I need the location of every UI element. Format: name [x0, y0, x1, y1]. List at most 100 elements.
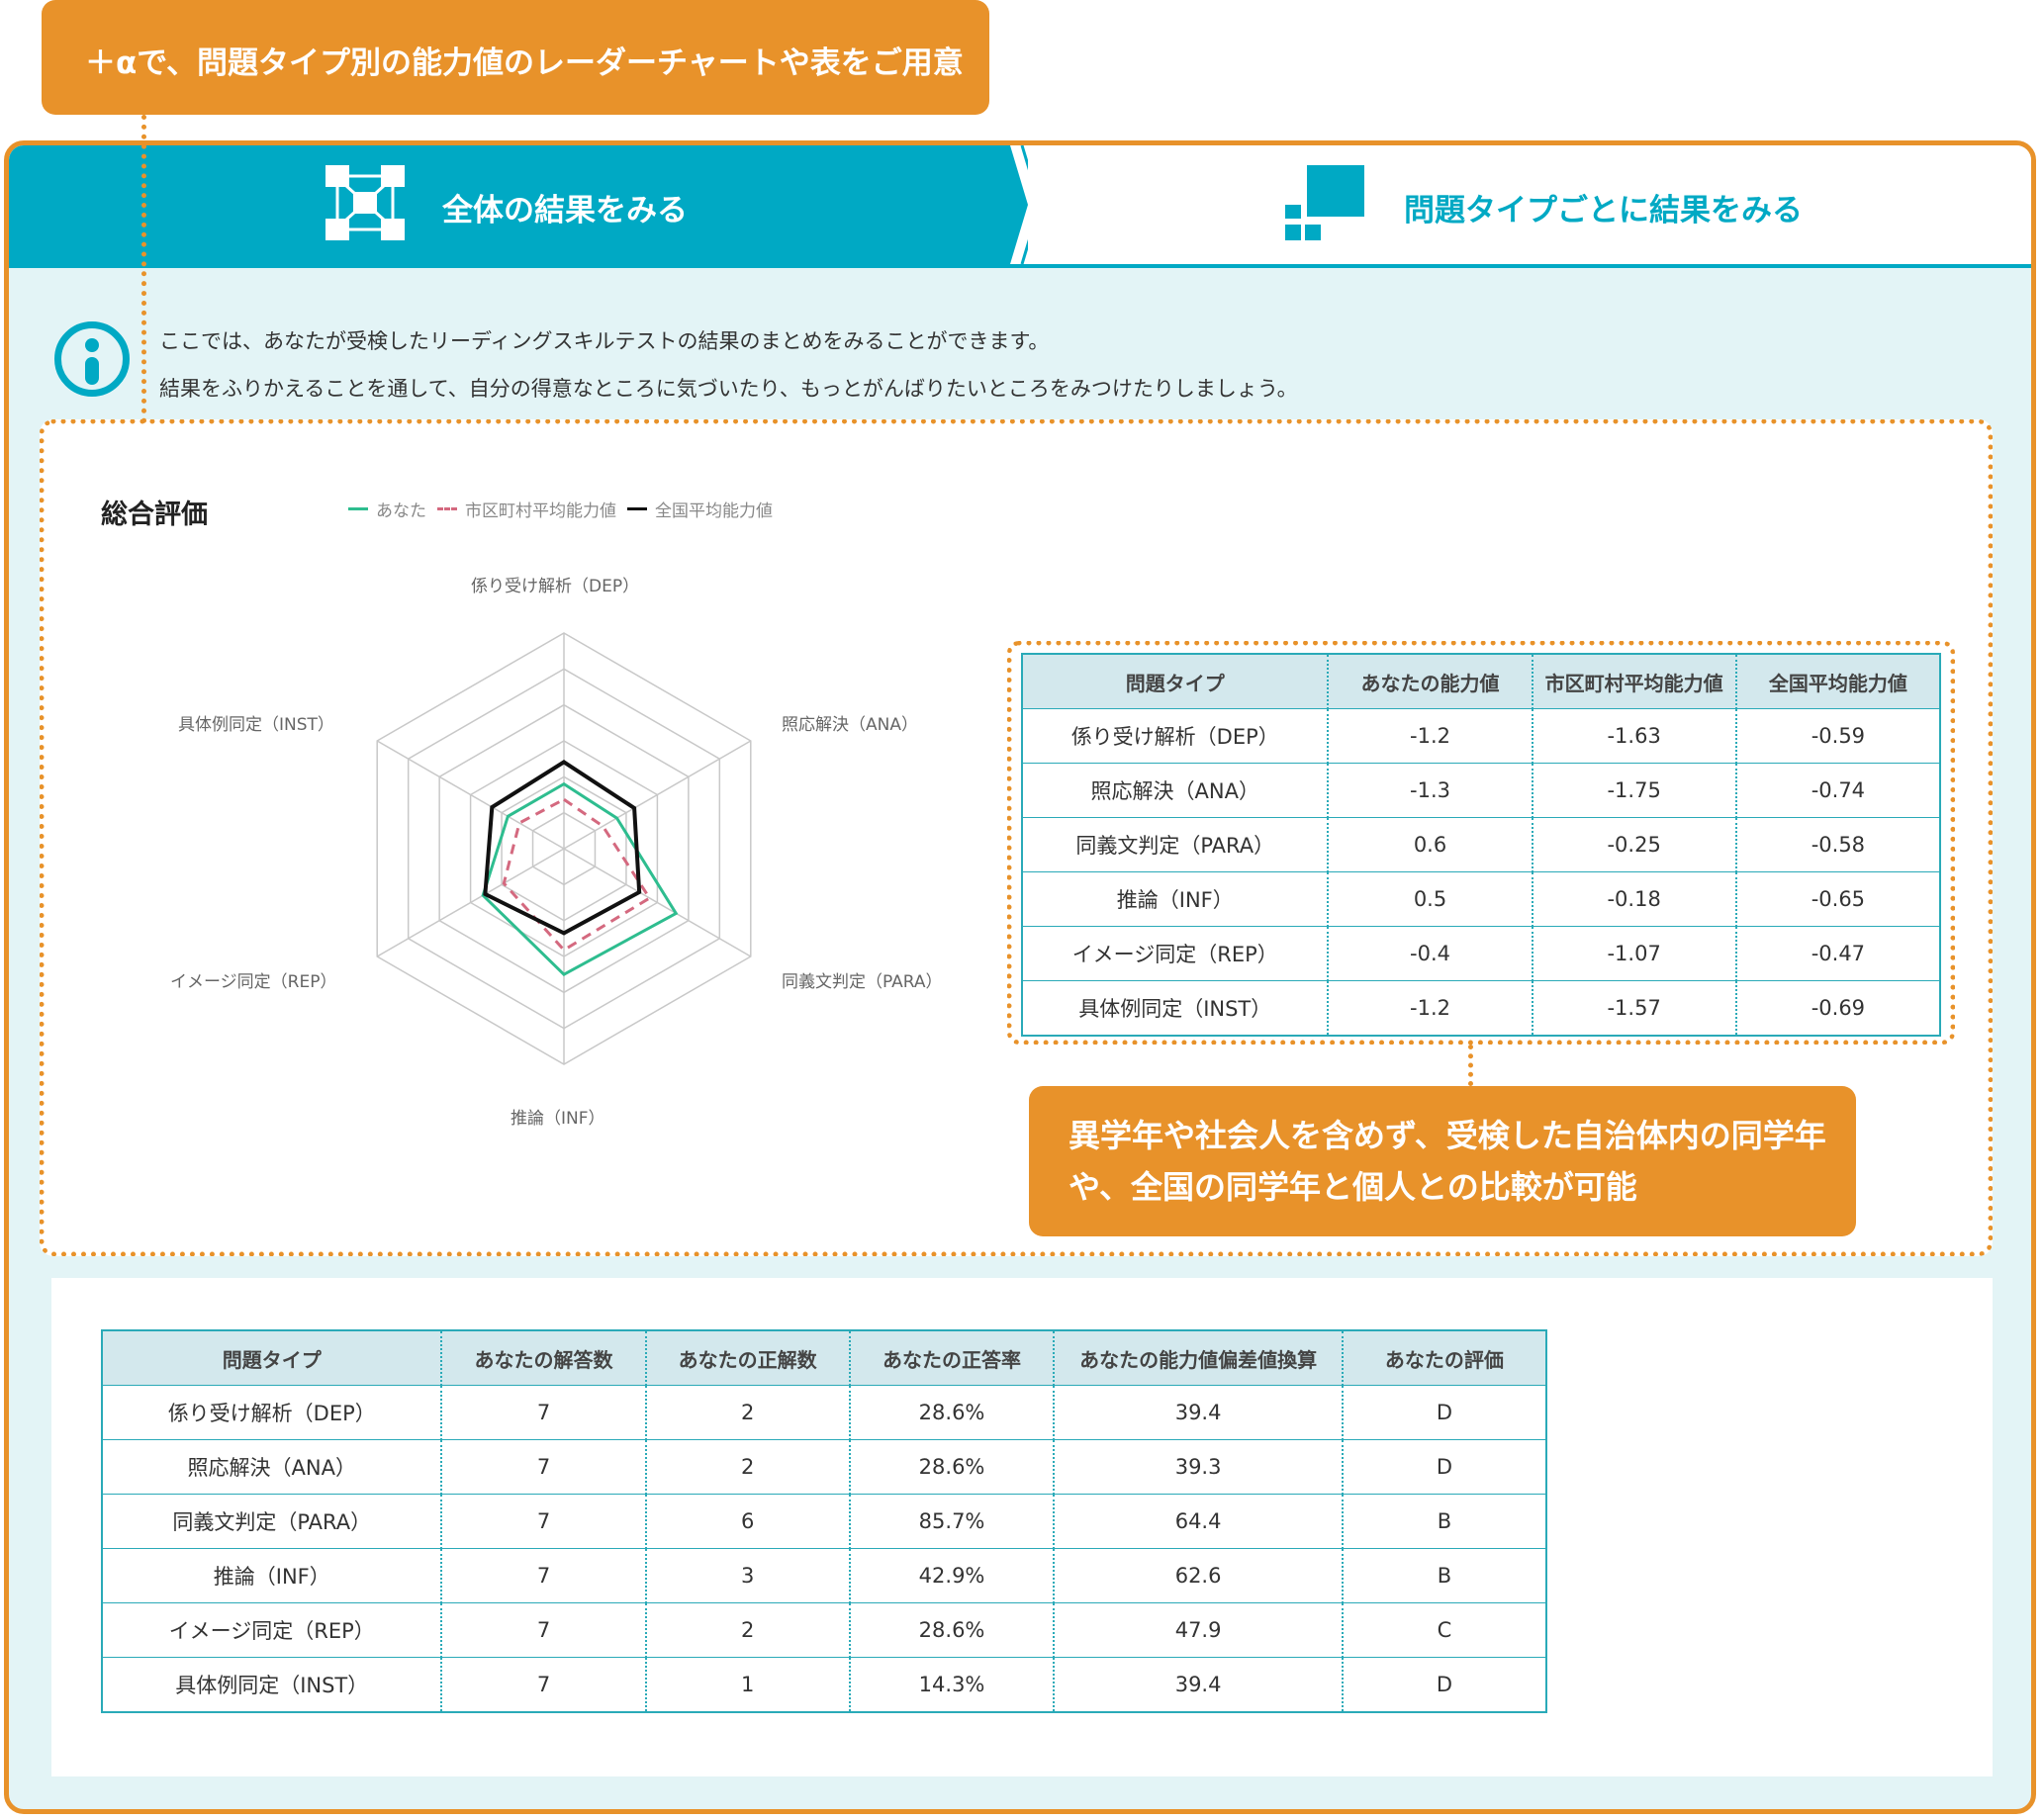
table-cell: -0.18 — [1531, 871, 1736, 927]
radar-axis-label-5: 具体例同定（INST） — [178, 715, 334, 735]
table-cell: -1.07 — [1531, 926, 1736, 981]
table-cell: 同義文判定（PARA） — [102, 1494, 442, 1549]
radar-axis-label-4: イメージ同定（REP） — [170, 972, 337, 992]
legend-municipal: 市区町村平均能力値 — [437, 497, 616, 521]
table-cell: 照応解決（ANA） — [1022, 763, 1329, 818]
table-cell: 47.9 — [1053, 1602, 1343, 1658]
table-cell: 同義文判定（PARA） — [1022, 817, 1329, 872]
table-row: 具体例同定（INST） 7 1 14.3% 39.4 D — [102, 1657, 1546, 1713]
table-row: 同義文判定（PARA） 7 6 85.7% 64.4 B — [102, 1494, 1546, 1549]
table-cell: 14.3% — [848, 1657, 1055, 1713]
table-cell: 具体例同定（INST） — [1022, 980, 1329, 1037]
table-cell: 39.4 — [1053, 1385, 1343, 1440]
callout-bottom-line-2: や、全国の同学年と個人との比較が可能 — [1068, 1168, 1637, 1206]
table-cell: イメージ同定（REP） — [1022, 926, 1329, 981]
table-cell: D — [1341, 1657, 1546, 1713]
result-table-header: あなたの評価 — [1341, 1330, 1546, 1386]
radar-chart — [376, 632, 752, 1065]
table-row: 推論（INF） 0.5 -0.18 -0.65 — [1022, 871, 1940, 927]
table-cell: B — [1341, 1548, 1546, 1603]
table-cell: C — [1341, 1602, 1546, 1658]
table-cell: 7 — [440, 1439, 646, 1495]
tab-bar: 全体の結果をみる 問題タイプごとに結果をみる — [9, 145, 2031, 268]
table-cell: 0.5 — [1327, 871, 1533, 927]
table-cell: -1.57 — [1531, 980, 1736, 1037]
intro-line-2: 結果をふりかえることを通して、自分の得意なところに気づいたり、もっとがんばりたい… — [159, 377, 1298, 401]
table-row: イメージ同定（REP） -0.4 -1.07 -0.47 — [1022, 926, 1940, 981]
result-table-header: あなたの解答数 — [440, 1330, 646, 1386]
table-cell: -1.2 — [1327, 708, 1533, 764]
table-cell: -0.58 — [1734, 817, 1940, 872]
table-cell: 推論（INF） — [1022, 871, 1329, 927]
radar-axis-label-2: 同義文判定（PARA） — [782, 972, 943, 992]
table-cell: 1 — [644, 1657, 850, 1713]
callout-connector-top — [141, 115, 146, 423]
callout-bottom-line-1: 異学年や社会人を含めず、受検した自治体内の同学年 — [1068, 1117, 1826, 1154]
table-cell: 2 — [644, 1602, 850, 1658]
table-row: 具体例同定（INST） -1.2 -1.57 -0.69 — [1022, 980, 1940, 1037]
table-cell: -0.69 — [1734, 980, 1940, 1037]
table-cell: 7 — [440, 1494, 646, 1549]
table-row: 照応解決（ANA） 7 2 28.6% 39.3 D — [102, 1439, 1546, 1495]
result-table-header: あなたの正答率 — [848, 1330, 1055, 1386]
table-cell: 28.6% — [848, 1439, 1055, 1495]
table-row: 同義文判定（PARA） 0.6 -0.25 -0.58 — [1022, 817, 1940, 872]
table-cell: -0.47 — [1734, 926, 1940, 981]
table-cell: 39.4 — [1053, 1657, 1343, 1713]
legend-you: あなた — [348, 497, 426, 521]
radar-axis-label-1: 照応解決（ANA） — [782, 715, 918, 735]
table-cell: -0.65 — [1734, 871, 1940, 927]
table-row: 推論（INF） 7 3 42.9% 62.6 B — [102, 1548, 1546, 1603]
result-table-header: あなたの能力値偏差値換算 — [1053, 1330, 1343, 1386]
table-cell: -0.59 — [1734, 708, 1940, 764]
table-row: 係り受け解析（DEP） -1.2 -1.63 -0.59 — [1022, 708, 1940, 764]
table-cell: 28.6% — [848, 1602, 1055, 1658]
table-cell: -1.75 — [1531, 763, 1736, 818]
table-cell: 39.3 — [1053, 1439, 1343, 1495]
tab-by-type-label[interactable]: 問題タイプごとに結果をみる — [1404, 185, 1803, 229]
table-cell: -0.25 — [1531, 817, 1736, 872]
table-cell: 28.6% — [848, 1385, 1055, 1440]
summary-title: 総合評価 — [101, 500, 208, 530]
table-cell: 62.6 — [1053, 1548, 1343, 1603]
table-row: イメージ同定（REP） 7 2 28.6% 47.9 C — [102, 1602, 1546, 1658]
table-cell: 7 — [440, 1548, 646, 1603]
result-table-header: あなたの正解数 — [644, 1330, 850, 1386]
tab-overall-label[interactable]: 全体の結果をみる — [442, 185, 688, 229]
table-row: 照応解決（ANA） -1.3 -1.75 -0.74 — [1022, 763, 1940, 818]
ability-table: 問題タイプ あなたの能力値 市区町村平均能力値 全国平均能力値 係り受け解析（DEP）… — [1021, 653, 1941, 1037]
table-cell: B — [1341, 1494, 1546, 1549]
table-cell: イメージ同定（REP） — [102, 1602, 442, 1658]
table-cell: 42.9% — [848, 1548, 1055, 1603]
legend-municipal-label: 市区町村平均能力値 — [465, 500, 616, 521]
result-table-header: 問題タイプ — [102, 1330, 442, 1386]
table-cell: 推論（INF） — [102, 1548, 442, 1603]
ability-table-header: あなたの能力値 — [1327, 654, 1533, 709]
legend-you-label: あなた — [376, 500, 426, 521]
table-cell: -1.63 — [1531, 708, 1736, 764]
table-cell: 係り受け解析（DEP） — [102, 1385, 442, 1440]
blocks-icon — [1285, 165, 1364, 240]
table-cell: 具体例同定（INST） — [102, 1657, 442, 1713]
feature-callout-top: ＋αで、問題タイプ別の能力値のレーダーチャートや表をご用意 — [42, 0, 989, 115]
table-cell: 6 — [644, 1494, 850, 1549]
table-cell: 7 — [440, 1385, 646, 1440]
table-cell: 2 — [644, 1439, 850, 1495]
feature-callout-bottom: 異学年や社会人を含めず、受検した自治体内の同学年 や、全国の同学年と個人との比較… — [1029, 1086, 1856, 1236]
table-cell: -1.2 — [1327, 980, 1533, 1037]
table-cell: D — [1341, 1385, 1546, 1440]
result-table: 問題タイプ あなたの解答数 あなたの正解数 あなたの正答率 あなたの能力値偏差値換算 あな… — [101, 1329, 1547, 1713]
table-cell: 係り受け解析（DEP） — [1022, 708, 1329, 764]
table-cell: 照応解決（ANA） — [102, 1439, 442, 1495]
table-cell: 7 — [440, 1602, 646, 1658]
legend-national-label: 全国平均能力値 — [655, 500, 773, 521]
table-cell: -1.3 — [1327, 763, 1533, 818]
intro-line-1: ここでは、あなたが受検したリーディングスキルテストの結果のまとめをみることができ… — [159, 329, 1050, 353]
ability-table-header: 市区町村平均能力値 — [1531, 654, 1736, 709]
table-cell: D — [1341, 1439, 1546, 1495]
table-cell: 85.7% — [848, 1494, 1055, 1549]
legend-national: 全国平均能力値 — [627, 497, 773, 521]
ability-table-header: 全国平均能力値 — [1734, 654, 1940, 709]
table-cell: 2 — [644, 1385, 850, 1440]
callout-connector-bottom — [1468, 1045, 1473, 1086]
